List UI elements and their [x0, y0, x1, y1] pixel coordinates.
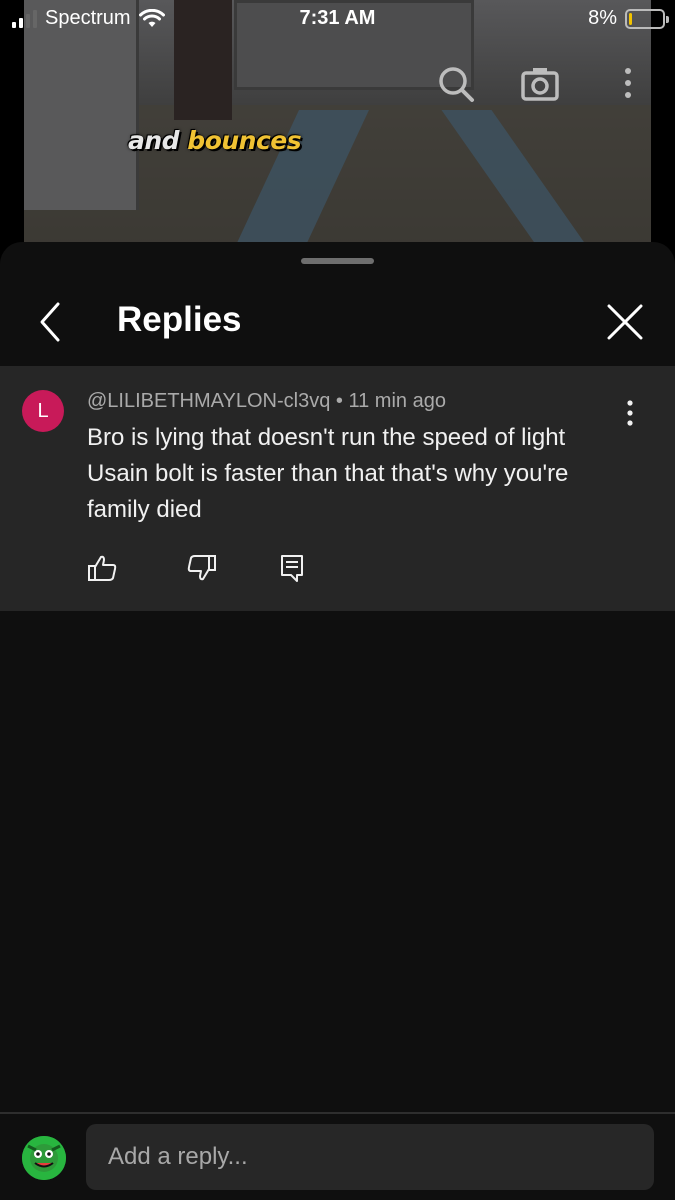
replies-sheet: Replies L @LILIBETHMAYLON-cl3vq • 11 min…: [0, 242, 675, 1200]
page-title: Replies: [117, 300, 242, 339]
reply-footer: [0, 1112, 675, 1200]
avatar[interactable]: L: [22, 390, 64, 432]
divider: [0, 1112, 675, 1114]
video-caption: and bounces: [128, 126, 302, 155]
thumbs-up-icon[interactable]: [86, 552, 118, 584]
chevron-left-icon[interactable]: [30, 300, 70, 344]
sheet-header: Replies: [0, 282, 675, 364]
search-icon[interactable]: [436, 64, 476, 104]
thumbs-down-icon[interactable]: [186, 552, 218, 584]
more-vertical-icon[interactable]: [608, 64, 648, 104]
app-screen: Spectrum 7:31 AM 8% and bounces Replies …: [0, 0, 675, 1200]
drag-handle[interactable]: [301, 258, 374, 264]
caption-word: and: [128, 126, 180, 155]
avatar[interactable]: [22, 1136, 66, 1180]
reply-icon[interactable]: [276, 552, 308, 584]
battery-icon: [625, 8, 669, 29]
status-time: 7:31 AM: [299, 7, 376, 29]
caption-word-highlight: bounces: [187, 126, 302, 155]
battery-level: [629, 12, 632, 25]
status-right: 8%: [588, 7, 669, 30]
status-bar: Spectrum 7:31 AM 8%: [0, 0, 675, 40]
comment-card: L @LILIBETHMAYLON-cl3vq • 11 min ago Bro…: [0, 366, 675, 611]
reply-input[interactable]: [86, 1124, 654, 1190]
close-icon[interactable]: [605, 302, 645, 342]
comment-text: Bro is lying that doesn't run the speed …: [87, 424, 569, 523]
comment-meta: @LILIBETHMAYLON-cl3vq • 11 min ago: [87, 390, 446, 413]
comment-author[interactable]: @LILIBETHMAYLON-cl3vq: [87, 390, 330, 412]
meta-separator: •: [330, 390, 349, 412]
battery-percent: 8%: [588, 7, 617, 29]
camera-icon[interactable]: [520, 64, 560, 104]
comment-age: 11 min ago: [348, 390, 446, 412]
